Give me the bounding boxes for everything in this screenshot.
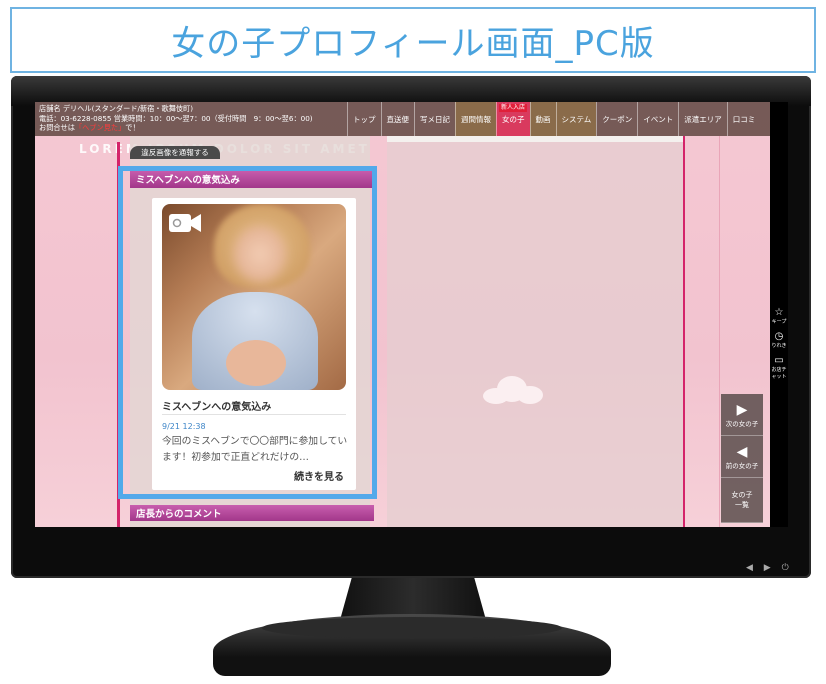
inquiry-highlight: 「ヘブン見た」 <box>74 123 126 132</box>
clock-icon: ◷ <box>774 331 784 342</box>
nav-area[interactable]: 派遣エリア <box>678 102 727 136</box>
star-icon: ☆ <box>774 307 784 318</box>
nav-girls[interactable]: 新人入店 女の子 <box>496 102 530 136</box>
shop-phone-hours: 電話：03-6228-0855 営業時間：10：00〜翌7：00（受付時間 9：… <box>39 113 313 123</box>
next-girl-button[interactable]: ▶ 次の女の子 <box>721 394 763 436</box>
monitor-buttons: ◀ ▶ ⏻ <box>746 563 793 573</box>
keep-tool[interactable]: ☆ キープ <box>770 307 788 331</box>
girl-navigation: ▶ 次の女の子 ◀ 前の女の子 女の子 一覧 <box>721 394 763 523</box>
nav-photo-diary[interactable]: 写メ日記 <box>414 102 455 136</box>
site-header: 店舗名 デリヘル(スタンダード/新宿・歌舞伎町) 電話：03-6228-0855… <box>35 102 770 136</box>
nav-weekly[interactable]: 週間情報 <box>455 102 496 136</box>
nav-direct[interactable]: 直送便 <box>380 102 415 136</box>
triangle-left-icon: ◀ <box>736 443 748 460</box>
prev-girl-button[interactable]: ◀ 前の女の子 <box>721 436 763 478</box>
chat-icon: ▭ <box>774 355 784 366</box>
new-badge: 新人入店 <box>499 104 528 112</box>
report-image-button[interactable]: 違反画像を通報する <box>130 146 220 159</box>
girl-list-button[interactable]: 女の子 一覧 <box>721 478 763 523</box>
inquiry-line: お問合せは「ヘブン見た」で！ <box>39 123 140 132</box>
chat-tool[interactable]: ▭ お店チャット <box>770 355 788 380</box>
history-tool[interactable]: ◷ りれき <box>770 331 788 355</box>
right-column <box>387 136 683 527</box>
right-column-top <box>387 136 683 142</box>
monitor-stand-top <box>262 617 562 639</box>
triangle-right-icon: ▶ <box>736 401 748 418</box>
nav-event[interactable]: イベント <box>637 102 678 136</box>
side-tools: ☆ キープ ◷ りれき ▭ お店チャット <box>770 307 788 380</box>
manager-comment-heading: 店長からのコメント <box>130 505 374 521</box>
highlight-frame <box>118 166 377 499</box>
nav-reviews[interactable]: 口コミ <box>726 102 761 136</box>
nav-system[interactable]: システム <box>555 102 597 136</box>
cloud-decoration <box>483 374 543 404</box>
shop-name: 店舗名 デリヘル(スタンダード/新宿・歌舞伎町) <box>39 104 194 113</box>
nav-video[interactable]: 動画 <box>529 102 556 136</box>
right-accent-strip <box>683 136 685 527</box>
global-nav: トップ 直送便 写メ日記 週間情報 新人入店 女の子 動画 システム クーポン … <box>347 102 760 136</box>
shop-info: 店舗名 デリヘル(スタンダード/新宿・歌舞伎町) 電話：03-6228-0855… <box>39 104 313 133</box>
page-title: 女の子プロフィール画面_PC版 <box>171 23 655 64</box>
page-title-box: 女の子プロフィール画面_PC版 <box>10 7 816 73</box>
nav-girls-label: 女の子 <box>502 114 525 124</box>
nav-top[interactable]: トップ <box>347 102 381 136</box>
nav-coupon[interactable]: クーポン <box>596 102 637 136</box>
right-accent-strip-thin <box>719 136 720 527</box>
